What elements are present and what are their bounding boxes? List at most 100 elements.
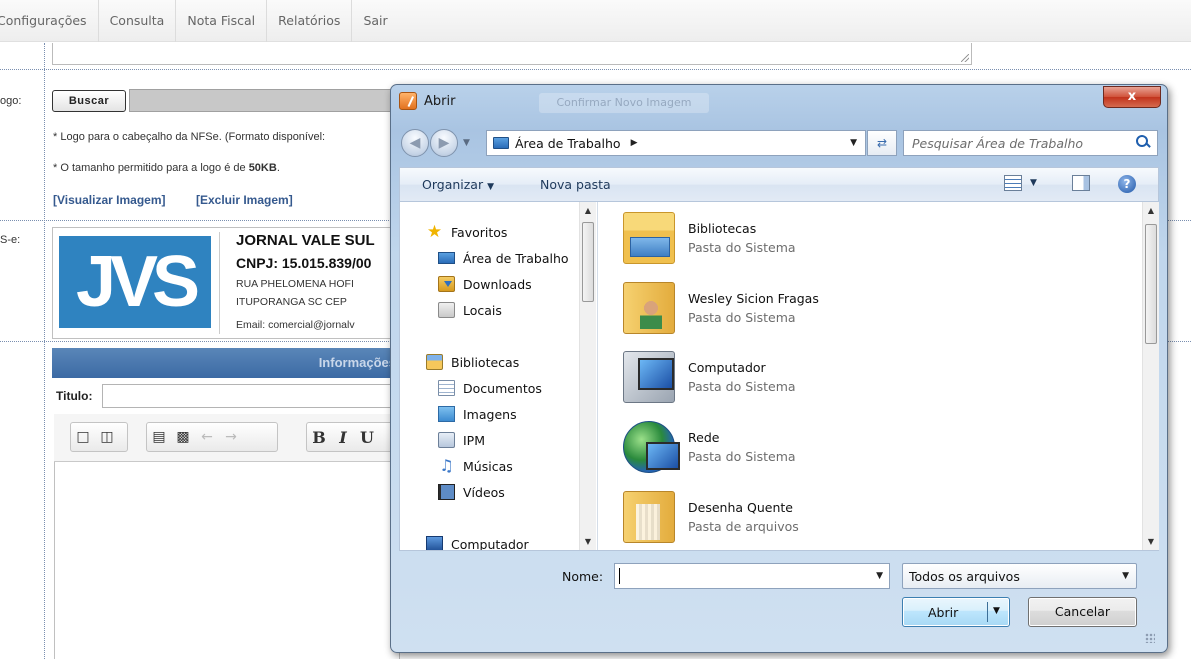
redo-icon[interactable]: → <box>219 425 243 449</box>
breadcrumb-arrow-icon[interactable]: ▶ <box>631 138 638 148</box>
nav-item-documentos[interactable]: Documentos <box>438 377 542 399</box>
nav-scrollbar[interactable]: ▲ ▼ <box>579 202 596 550</box>
logo-file-input[interactable] <box>129 89 399 112</box>
file-type: Pasta do Sistema <box>688 449 796 464</box>
toolbar-group-document: □ ◫ <box>70 422 128 452</box>
list-item[interactable]: Desenha Quente Pasta de arquivos <box>623 491 1123 549</box>
nav-item-area-de-trabalho[interactable]: Área de Trabalho <box>438 247 569 269</box>
command-bar: Organizar ▼ Nova pasta ▼ ? <box>399 167 1159 201</box>
app-icon <box>399 92 417 110</box>
file-type-select[interactable]: Todos os arquivos ▼ <box>902 563 1137 589</box>
resize-grip-icon[interactable] <box>1145 633 1155 643</box>
paste-text-icon[interactable]: ▩ <box>171 425 195 449</box>
divider <box>44 43 45 659</box>
file-type: Pasta do Sistema <box>688 379 796 394</box>
nav-item-musicas[interactable]: ♫ Músicas <box>438 455 513 477</box>
undo-icon[interactable]: ← <box>195 425 219 449</box>
scroll-thumb[interactable] <box>582 222 594 302</box>
description-textarea[interactable] <box>52 43 972 65</box>
address-dropdown-icon[interactable]: ▼ <box>850 138 857 148</box>
address-bar[interactable]: Área de Trabalho ▶ ▼ <box>486 130 866 156</box>
nav-item-locais[interactable]: Locais <box>438 299 502 321</box>
menu-item-nota-fiscal[interactable]: Nota Fiscal <box>176 0 268 42</box>
company-address-line-2: ITUPORANGA SC CEP <box>236 296 347 308</box>
help-button[interactable]: ? <box>1118 175 1136 193</box>
forward-icon[interactable]: ▶ <box>430 129 458 157</box>
bold-icon[interactable]: B <box>307 425 331 449</box>
organize-label: Organizar <box>422 177 484 192</box>
underline-icon[interactable]: U <box>355 425 379 449</box>
nav-label: IPM <box>463 432 486 448</box>
refresh-button[interactable]: ⇄ <box>867 130 897 156</box>
scroll-down-icon[interactable]: ▼ <box>580 533 596 550</box>
chevron-down-icon: ▼ <box>1122 571 1129 581</box>
scroll-thumb[interactable] <box>1145 224 1157 344</box>
delete-image-link[interactable]: [Excluir Imagem] <box>196 193 293 207</box>
nav-item-imagens[interactable]: Imagens <box>438 403 517 425</box>
preview-pane-icon <box>1072 175 1090 191</box>
videos-icon <box>438 484 455 500</box>
preview-pane-button[interactable] <box>1072 175 1090 191</box>
file-list-scrollbar[interactable]: ▲ ▼ <box>1142 202 1159 550</box>
menu-item-configuracoes[interactable]: Configurações <box>0 0 99 42</box>
nav-item-ipm[interactable]: IPM <box>438 429 485 451</box>
ipm-icon <box>438 432 455 448</box>
top-menu: Configurações Consulta Nota Fiscal Relat… <box>0 0 1191 42</box>
paste-icon[interactable]: ▤ <box>147 425 171 449</box>
titulo-label: Titulo: <box>56 389 93 403</box>
help-icon: ? <box>1118 175 1136 193</box>
filename-input[interactable]: ▼ <box>614 563 890 589</box>
menu-item-sair[interactable]: Sair <box>352 0 398 42</box>
resize-grip-icon[interactable] <box>961 54 969 62</box>
filename-label: Nome: <box>562 569 604 584</box>
search-icon[interactable] <box>1135 134 1151 150</box>
view-menu-button[interactable]: ▼ <box>1004 175 1037 191</box>
nav-item-bibliotecas[interactable]: Bibliotecas <box>426 351 519 373</box>
buscar-button[interactable]: Buscar <box>52 90 126 112</box>
scroll-up-icon[interactable]: ▲ <box>580 202 596 219</box>
nav-item-downloads[interactable]: Downloads <box>438 273 532 295</box>
scroll-down-icon[interactable]: ▼ <box>1143 533 1159 550</box>
nav-item-favoritos[interactable]: ★ Favoritos <box>426 221 508 243</box>
preview-icon[interactable]: ◫ <box>95 425 119 449</box>
nav-label: Documentos <box>463 380 542 396</box>
list-item[interactable]: Bibliotecas Pasta do Sistema <box>623 212 1123 270</box>
recent-pages-icon[interactable]: ▼ <box>463 138 470 148</box>
dialog-body: ★ Favoritos Área de Trabalho Downloads Lo… <box>399 201 1159 551</box>
close-button[interactable]: x <box>1103 86 1161 108</box>
header-preview: JVS JORNAL VALE SUL CNPJ: 15.015.839/00 … <box>52 227 402 339</box>
chevron-down-icon[interactable]: ▼ <box>876 571 883 581</box>
navigation-pane: ★ Favoritos Área de Trabalho Downloads Lo… <box>400 202 598 550</box>
nav-item-videos[interactable]: Vídeos <box>438 481 505 503</box>
menu-item-relatorios[interactable]: Relatórios <box>267 0 353 42</box>
view-image-link[interactable]: [Visualizar Imagem] <box>53 193 166 207</box>
list-item[interactable]: Rede Pasta do Sistema <box>623 421 1123 479</box>
documents-icon <box>438 380 455 396</box>
new-folder-button[interactable]: Nova pasta <box>540 177 611 192</box>
dialog-titlebar: Abrir <box>399 92 455 110</box>
info-section-header: Informações <box>52 348 400 378</box>
search-input[interactable]: Pesquisar Área de Trabalho <box>903 130 1158 156</box>
nav-label: Imagens <box>463 406 517 422</box>
list-item[interactable]: Computador Pasta do Sistema <box>623 351 1123 409</box>
titulo-input[interactable] <box>102 384 402 408</box>
organize-button[interactable]: Organizar ▼ <box>422 177 494 192</box>
scroll-up-icon[interactable]: ▲ <box>1143 202 1159 219</box>
file-name: Bibliotecas <box>688 221 757 236</box>
chevron-down-icon: ▼ <box>1030 178 1037 188</box>
address-location[interactable]: Área de Trabalho <box>515 136 621 151</box>
open-button[interactable]: Abrir ▼ <box>902 597 1010 627</box>
nav-item-computador[interactable]: Computador <box>426 533 529 550</box>
nav-label: Favoritos <box>451 224 508 240</box>
list-item[interactable]: Wesley Sicion Fragas Pasta do Sistema <box>623 282 1123 340</box>
back-icon[interactable]: ◀ <box>401 129 429 157</box>
italic-icon[interactable]: I <box>331 425 355 449</box>
open-options-icon[interactable]: ▼ <box>993 606 1000 616</box>
file-name: Desenha Quente <box>688 500 793 515</box>
menu-item-consulta[interactable]: Consulta <box>99 0 177 42</box>
history-buttons: ◀ ▶ ▼ <box>401 129 477 157</box>
file-name: Rede <box>688 430 720 445</box>
cancel-button[interactable]: Cancelar <box>1028 597 1137 627</box>
new-doc-icon[interactable]: □ <box>71 425 95 449</box>
nav-label: Músicas <box>463 458 513 474</box>
